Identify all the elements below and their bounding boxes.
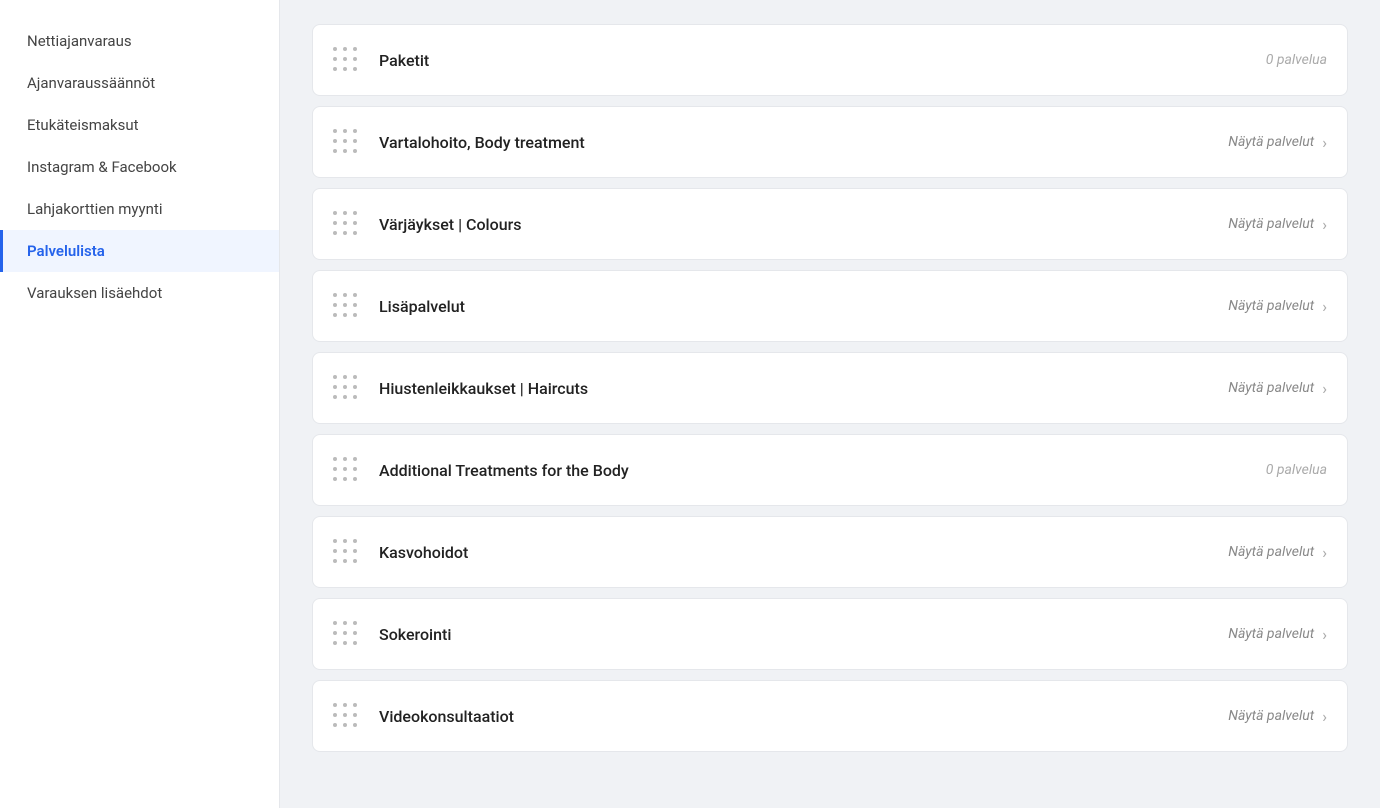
chevron-icon: › [1322,379,1327,398]
service-row-varjaykset[interactable]: Värjäykset | ColoursNäytä palvelut › [312,188,1348,260]
chevron-icon: › [1322,297,1327,316]
service-meta: 0 palvelua [1266,462,1327,478]
drag-handle [333,703,359,729]
service-meta: Näytä palvelut › [1228,379,1327,398]
chevron-icon: › [1322,215,1327,234]
service-name: Lisäpalvelut [379,297,1228,316]
service-name: Hiustenleikkaukset | Haircuts [379,379,1228,398]
service-meta-text: Näytä palvelut [1228,380,1314,396]
chevron-icon: › [1322,133,1327,152]
sidebar-item-lahjakorttien-myynti[interactable]: Lahjakorttien myynti [0,188,279,230]
drag-handle [333,293,359,319]
service-name: Vartalohoito, Body treatment [379,133,1228,152]
service-row-videokonsultaatiot[interactable]: VideokonsultaatiotNäytä palvelut › [312,680,1348,752]
service-name: Videokonsultaatiot [379,707,1228,726]
service-row-vartalohoito[interactable]: Vartalohoito, Body treatmentNäytä palvel… [312,106,1348,178]
service-meta: Näytä palvelut › [1228,297,1327,316]
chevron-icon: › [1322,625,1327,644]
service-meta: Näytä palvelut › [1228,133,1327,152]
service-row-additional-treatments[interactable]: Additional Treatments for the Body0 palv… [312,434,1348,506]
service-list: Paketit0 palveluaVartalohoito, Body trea… [312,24,1348,752]
drag-handle [333,47,359,73]
service-name: Värjäykset | Colours [379,215,1228,234]
drag-handle [333,457,359,483]
drag-handle [333,539,359,565]
service-meta-text: Näytä palvelut [1228,708,1314,724]
sidebar-item-etukateismaksut[interactable]: Etukäteismaksut [0,104,279,146]
main-content: Paketit0 palveluaVartalohoito, Body trea… [280,0,1380,808]
sidebar-item-palvelulista[interactable]: Palvelulista [0,230,279,272]
service-name: Sokerointi [379,625,1228,644]
service-meta-text: Näytä palvelut [1228,216,1314,232]
service-meta: Näytä palvelut › [1228,707,1327,726]
sidebar-item-nettiajanvaraus[interactable]: Nettiajanvaraus [0,20,279,62]
drag-handle [333,129,359,155]
service-row-kasvohoidot[interactable]: KasvohoidotNäytä palvelut › [312,516,1348,588]
service-meta-text: Näytä palvelut [1228,544,1314,560]
service-meta-text: Näytä palvelut [1228,626,1314,642]
service-meta-text: Näytä palvelut [1228,298,1314,314]
sidebar-item-ajanvaraussaannot[interactable]: Ajanvaraussäännöt [0,62,279,104]
service-name: Additional Treatments for the Body [379,461,1266,480]
drag-handle [333,211,359,237]
sidebar-item-varauksen-lisaehdot[interactable]: Varauksen lisäehdot [0,272,279,314]
chevron-icon: › [1322,707,1327,726]
service-meta: Näytä palvelut › [1228,215,1327,234]
service-row-hiustenleikkaukset[interactable]: Hiustenleikkaukset | HaircutsNäytä palve… [312,352,1348,424]
service-row-sokerointi[interactable]: SokerointiNäytä palvelut › [312,598,1348,670]
service-meta-text: 0 palvelua [1266,52,1327,68]
service-meta-text: Näytä palvelut [1228,134,1314,150]
service-name: Paketit [379,51,1266,70]
drag-handle [333,621,359,647]
service-name: Kasvohoidot [379,543,1228,562]
service-row-paketit[interactable]: Paketit0 palvelua [312,24,1348,96]
service-meta: Näytä palvelut › [1228,625,1327,644]
service-row-lisapalvelut[interactable]: LisäpalvelutNäytä palvelut › [312,270,1348,342]
service-meta: 0 palvelua [1266,52,1327,68]
service-meta-text: 0 palvelua [1266,462,1327,478]
drag-handle [333,375,359,401]
sidebar-item-instagram-facebook[interactable]: Instagram & Facebook [0,146,279,188]
sidebar: NettiajanvarausAjanvaraussäännötEtukätei… [0,0,280,808]
service-meta: Näytä palvelut › [1228,543,1327,562]
chevron-icon: › [1322,543,1327,562]
